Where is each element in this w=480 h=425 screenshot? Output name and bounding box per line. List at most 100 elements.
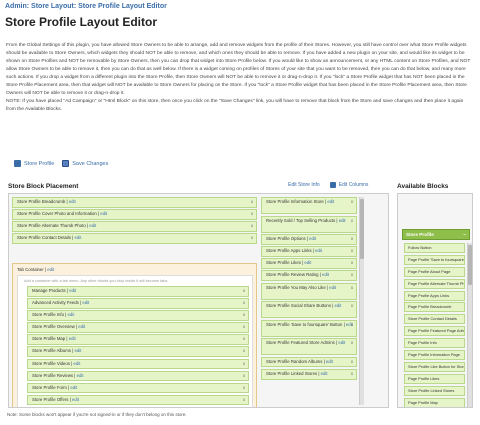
block-edit-link[interactable]: edit <box>327 199 334 204</box>
scrollbar-thumb[interactable] <box>360 199 364 259</box>
block-edit-link[interactable]: edit <box>72 397 79 402</box>
block-edit-link[interactable]: edit <box>75 235 82 240</box>
block-edit-link[interactable]: edit <box>309 236 316 241</box>
available-block[interactable]: Page Profile Breadcrumb <box>404 302 465 313</box>
remove-icon[interactable]: x <box>243 287 245 296</box>
remove-icon[interactable]: x <box>351 358 353 367</box>
available-group-header[interactable]: Store Profile − <box>402 229 470 240</box>
tab-container[interactable]: Tab Container | edit Add a container wit… <box>12 263 257 407</box>
placed-block[interactable]: Store Profile Contact Details | edit x <box>12 233 257 244</box>
placed-block[interactable]: Store Profile Featured Store Admins | ed… <box>261 338 357 356</box>
block-edit-link[interactable]: edit <box>70 385 77 390</box>
block-edit-link[interactable]: edit <box>329 285 336 290</box>
available-block[interactable]: Page Profile Likes <box>404 373 465 384</box>
block-edit-link[interactable]: edit <box>69 288 76 293</box>
available-block[interactable]: Page Profile Information Page <box>404 350 465 361</box>
available-block[interactable]: Store Profile Like Button for Stores <box>404 361 465 372</box>
placed-block[interactable]: Store Profile 'Save to foursquare' Butto… <box>261 319 357 337</box>
remove-icon[interactable]: x <box>243 396 245 405</box>
remove-icon[interactable]: x <box>351 198 353 206</box>
remove-icon[interactable]: x <box>351 302 353 310</box>
available-block[interactable]: Page Profile Map <box>404 397 465 407</box>
block-edit-link[interactable]: edit <box>339 218 346 223</box>
available-scrollbar[interactable] <box>467 243 472 407</box>
block-edit-link[interactable]: edit <box>338 340 345 345</box>
edit-columns-link[interactable]: Edit Columns <box>329 182 368 188</box>
remove-icon[interactable]: x <box>243 311 245 320</box>
block-edit-link[interactable]: edit <box>69 199 76 204</box>
remove-icon[interactable]: x <box>351 339 353 347</box>
available-block[interactable]: Page Profile Apps Links <box>404 290 465 301</box>
block-edit-link[interactable]: edit <box>77 373 84 378</box>
placed-block[interactable]: Store Profile Apps Links | edit x <box>261 246 357 257</box>
remove-icon[interactable]: x <box>251 234 253 243</box>
block-edit-link[interactable]: edit <box>321 371 328 376</box>
tab-block[interactable]: Store Profile Offers | edit x <box>27 394 249 406</box>
remove-icon[interactable]: x <box>351 247 353 256</box>
available-block[interactable]: Page Profile 'Save to foursquare' Button <box>404 254 465 265</box>
remove-icon[interactable]: x <box>251 198 253 207</box>
save-changes-link[interactable]: Save Changes <box>62 160 108 167</box>
placed-block[interactable]: Store Profile Random Albums | edit x <box>261 356 357 368</box>
block-edit-link[interactable]: edit <box>68 312 75 317</box>
remove-icon[interactable]: x <box>351 284 353 292</box>
right-column-scrollbar[interactable] <box>359 197 364 405</box>
block-edit-link[interactable]: edit <box>315 248 322 253</box>
remove-icon[interactable]: x <box>243 335 245 344</box>
remove-icon[interactable]: x <box>243 360 245 369</box>
tab-block[interactable]: Store Profile Videos | edit x <box>27 358 249 370</box>
placed-block[interactable]: Store Profile Social Share Buttons | edi… <box>261 301 357 319</box>
tab-block[interactable]: Store Profile Reviews | edit x <box>27 370 249 382</box>
placed-block[interactable]: Store Profile Cover Photo and Informatio… <box>12 209 257 220</box>
tab-block[interactable]: Manage Products | edit x <box>27 286 249 297</box>
placed-block[interactable]: Store Profile Options | edit x <box>261 234 357 245</box>
remove-icon[interactable]: x <box>351 217 353 225</box>
remove-icon[interactable]: x <box>243 299 245 308</box>
remove-icon[interactable]: x <box>351 235 353 244</box>
remove-icon[interactable]: x <box>351 259 353 268</box>
available-block[interactable]: Page Profile Info <box>404 338 465 349</box>
placed-block[interactable]: Store Profile Alternate Thumb Photo | ed… <box>12 221 257 232</box>
block-edit-link[interactable]: edit <box>82 300 89 305</box>
block-edit-link[interactable]: edit <box>334 303 341 308</box>
available-block[interactable]: Page Profile Alternate Thumb Photo <box>404 278 465 289</box>
collapse-icon[interactable]: − <box>463 230 466 239</box>
remove-icon[interactable]: x <box>243 372 245 381</box>
tab-block[interactable]: Store Profile Overview | edit x <box>27 322 249 333</box>
placed-block[interactable]: Recently Sold / Top Selling Products | e… <box>261 215 357 233</box>
remove-icon[interactable]: x <box>351 370 353 379</box>
block-edit-link[interactable]: edit <box>89 223 96 228</box>
remove-icon[interactable]: x <box>351 271 353 280</box>
available-block[interactable]: Page Profile Featured Page Admins <box>404 326 465 337</box>
available-block[interactable]: Store Profile Contact Details <box>404 314 465 325</box>
remove-icon[interactable]: x <box>243 347 245 356</box>
tab-block[interactable]: Store Profile Info | edit x <box>27 310 249 321</box>
scrollbar-thumb[interactable] <box>468 245 472 285</box>
available-block[interactable]: Page Profile About Page <box>404 266 465 277</box>
placed-block[interactable]: Store Profile Breadcrumb | edit x <box>12 197 257 208</box>
remove-icon[interactable]: x <box>243 384 245 393</box>
breadcrumb-part-admin[interactable]: Admin: Store Layout <box>5 3 74 10</box>
block-edit-link[interactable]: edit <box>304 260 311 265</box>
block-edit-link[interactable]: edit <box>78 324 85 329</box>
block-edit-link[interactable]: edit <box>100 211 107 216</box>
placed-block[interactable]: Store Profile You May Also Like | edit x <box>261 282 357 300</box>
placed-block[interactable]: Store Profile Review Rating | edit x <box>261 270 357 281</box>
edit-store-info-link[interactable]: Edit Store Info <box>288 182 320 188</box>
breadcrumb-part-editor[interactable]: Store Profile Layout Editor <box>78 3 167 10</box>
block-edit-link[interactable]: edit <box>326 359 333 364</box>
tab-block[interactable]: Advanced Activity Feeds | edit x <box>27 298 249 309</box>
placed-block[interactable]: Store Profile Likes | edit x <box>261 258 357 269</box>
block-edit-link[interactable]: edit <box>73 361 80 366</box>
available-block[interactable]: Follow Button <box>404 243 465 253</box>
remove-icon[interactable]: x <box>351 321 353 329</box>
tab-block[interactable]: Store Profile Form | edit x <box>27 382 249 394</box>
available-block[interactable]: Store Profile Linked Stores <box>404 385 465 396</box>
remove-icon[interactable]: x <box>243 323 245 332</box>
tab-block[interactable]: Store Profile Map | edit x <box>27 334 249 345</box>
block-edit-link[interactable]: edit <box>322 272 329 277</box>
placed-block[interactable]: Store Profile Linked Stores | edit x <box>261 369 357 380</box>
remove-icon[interactable]: x <box>251 222 253 231</box>
tab-container-edit[interactable]: edit <box>47 267 54 272</box>
store-profile-link[interactable]: Store Profile <box>14 160 54 167</box>
